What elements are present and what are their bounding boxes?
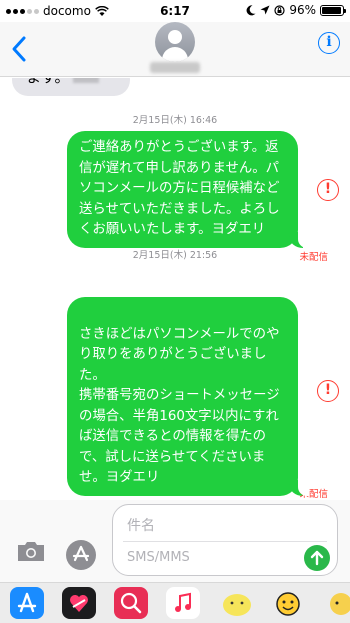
app-store-icon <box>72 545 90 562</box>
sticker-icon[interactable] <box>220 587 254 619</box>
subject-field[interactable]: 件名 <box>127 515 155 535</box>
blurred-signature <box>72 78 99 83</box>
message-thread[interactable]: ます。 2月15日(木) 16:46 ご連絡ありがとうございます。返信が遅れて申… <box>0 78 350 500</box>
exclamation-icon[interactable]: ! <box>317 179 339 201</box>
chevron-left-icon <box>12 36 26 62</box>
info-button[interactable]: i <box>318 32 340 54</box>
image-search-icon[interactable] <box>114 587 148 619</box>
location-arrow-icon <box>260 5 270 15</box>
arrow-up-icon <box>310 550 324 566</box>
received-message-text: ます。 <box>26 78 70 86</box>
battery-icon <box>320 4 346 16</box>
info-icon: i <box>326 34 332 50</box>
app-drawer <box>0 582 350 623</box>
compose-divider <box>123 541 327 542</box>
contact-avatar[interactable] <box>155 22 195 62</box>
timestamp-time: 21:56 <box>189 250 218 261</box>
camera-button[interactable] <box>16 540 46 562</box>
timestamp: 2月15日(木) 16:46 <box>0 112 350 126</box>
moon-icon <box>246 4 256 15</box>
conversation-header: i <box>0 22 350 77</box>
timestamp-date: 2月15日(木) <box>132 250 187 261</box>
back-button[interactable] <box>8 34 32 64</box>
timestamp-date: 2月15日(木) <box>132 115 187 126</box>
timestamp-time: 16:46 <box>189 115 218 126</box>
exclamation-icon[interactable]: ! <box>317 380 339 402</box>
status-right-group: 96% <box>246 3 346 17</box>
music-icon[interactable] <box>166 587 200 619</box>
sent-message-text: さきほどはパソコンメールでのやり取りをありがとうございました。 携帯番号宛のショ… <box>79 326 280 486</box>
app-store-button[interactable] <box>66 540 96 570</box>
animoji-icon[interactable] <box>324 587 350 619</box>
camera-icon <box>18 542 44 561</box>
battery-percent: 96% <box>289 3 316 17</box>
sent-message-bubble[interactable]: さきほどはパソコンメールでのやり取りをありがとうございました。 携帯番号宛のショ… <box>67 297 309 496</box>
app-store-app-icon[interactable] <box>10 587 44 619</box>
status-bar: docomo 6:17 96% <box>0 0 350 22</box>
compose-area: 件名 SMS/MMS <box>0 500 350 582</box>
timestamp: 2月15日(木) 21:56 <box>0 247 350 261</box>
send-button[interactable] <box>304 545 330 571</box>
sent-message-bubble[interactable]: ご連絡ありがとうございます。返信が遅れて申し訳ありません。パソコンメールの方に日… <box>67 131 309 248</box>
received-message-bubble[interactable]: ます。 <box>12 78 130 96</box>
digital-touch-icon[interactable] <box>62 587 96 619</box>
contact-name-blurred[interactable] <box>150 62 200 73</box>
message-field[interactable]: SMS/MMS <box>127 550 190 565</box>
compose-box[interactable]: 件名 SMS/MMS <box>112 504 338 576</box>
emoji-icon[interactable] <box>272 587 306 619</box>
sent-message-text: ご連絡ありがとうございます。返信が遅れて申し訳ありません。パソコンメールの方に日… <box>79 140 280 237</box>
rotation-lock-icon <box>274 4 285 16</box>
